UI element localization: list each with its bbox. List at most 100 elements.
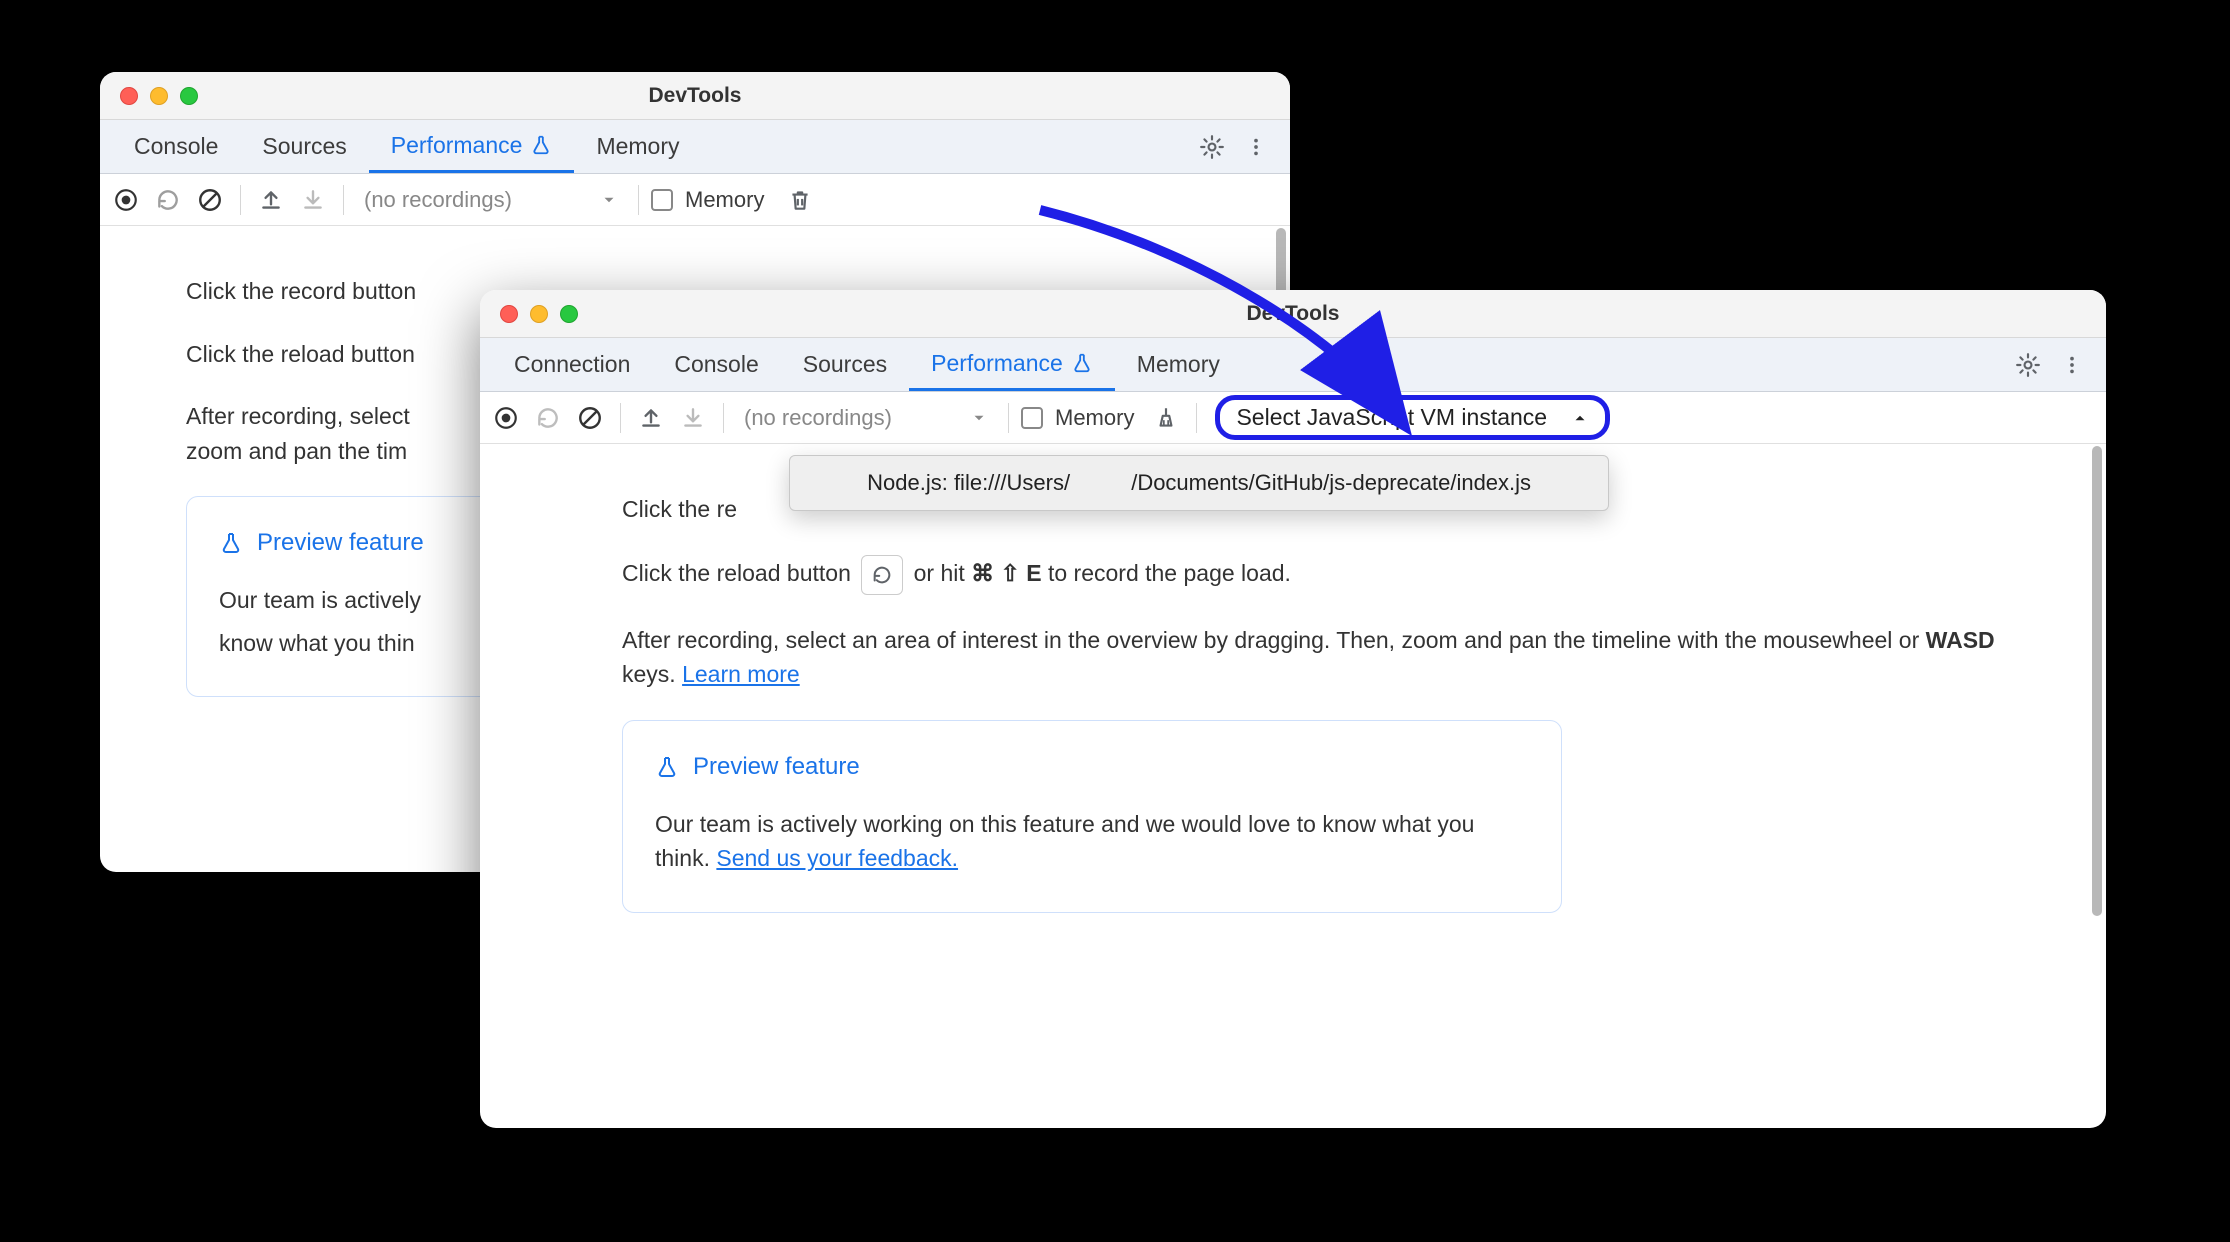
tab-label: Console — [674, 351, 758, 378]
window-title: DevTools — [100, 84, 1290, 108]
record-hint-prefix: Click the re — [622, 496, 737, 522]
recordings-select[interactable]: (no recordings) — [736, 405, 996, 431]
devtools-window-front: DevTools Connection Console Sources Perf… — [480, 290, 2106, 1128]
tabs: Console Sources Performance Memory — [100, 120, 1290, 174]
trash-icon — [787, 187, 813, 213]
record-icon — [113, 187, 139, 213]
reload-shortcut: ⌘ ⇧ E — [971, 560, 1041, 586]
recordings-select[interactable]: (no recordings) — [356, 187, 626, 213]
tab-label: Sources — [803, 351, 887, 378]
record-button[interactable] — [108, 182, 144, 218]
download-icon — [680, 405, 706, 431]
performance-empty-state: Click the re Click the reload button or … — [480, 444, 2106, 1128]
tab-sources[interactable]: Sources — [240, 120, 368, 173]
tabs: Connection Console Sources Performance M… — [480, 338, 2106, 392]
clear-button[interactable] — [572, 400, 608, 436]
after-recording-text: After recording, select an area of inter… — [622, 627, 1926, 653]
more-button[interactable] — [1238, 129, 1274, 165]
titlebar: DevTools — [480, 290, 2106, 338]
window-controls — [120, 87, 198, 105]
after-recording-line2: zoom and pan the tim — [186, 438, 407, 464]
memory-checkbox[interactable] — [1021, 407, 1043, 429]
close-button[interactable] — [120, 87, 138, 105]
reload-button[interactable] — [530, 400, 566, 436]
record-hint-prefix: Click the record button — [186, 278, 416, 304]
tab-performance[interactable]: Performance — [909, 338, 1115, 391]
titlebar: DevTools — [100, 72, 1290, 120]
tab-performance[interactable]: Performance — [369, 120, 575, 173]
delete-button[interactable] — [782, 182, 818, 218]
reload-icon — [535, 405, 561, 431]
separator — [620, 403, 621, 433]
tab-connection[interactable]: Connection — [492, 338, 652, 391]
memory-checkbox-label: Memory — [685, 187, 764, 213]
upload-button[interactable] — [633, 400, 669, 436]
feedback-link[interactable]: Send us your feedback. — [716, 845, 958, 871]
tab-label: Performance — [391, 132, 523, 159]
caret-up-icon — [1571, 409, 1589, 427]
gear-icon — [1199, 134, 1225, 160]
wasd-keys: WASD — [1926, 627, 1995, 653]
learn-more-link[interactable]: Learn more — [682, 661, 800, 687]
reload-icon — [155, 187, 181, 213]
separator — [343, 185, 344, 215]
download-button[interactable] — [675, 400, 711, 436]
vm-instance-select[interactable]: Select JavaScript VM instance Node.js: f… — [1215, 395, 1610, 440]
more-vert-icon — [1245, 136, 1267, 158]
upload-button[interactable] — [253, 182, 289, 218]
performance-toolbar: (no recordings) Memory — [100, 174, 1290, 226]
preview-feature-label: Preview feature — [693, 749, 860, 785]
memory-checkbox-label: Memory — [1055, 405, 1134, 431]
memory-checkbox[interactable] — [651, 189, 673, 211]
settings-button[interactable] — [2010, 347, 2046, 383]
inline-reload-button[interactable] — [861, 555, 903, 595]
reload-hint-prefix: Click the reload button — [186, 341, 415, 367]
clear-button[interactable] — [192, 182, 228, 218]
after-recording-line1: After recording, select — [186, 403, 410, 429]
upload-icon — [258, 187, 284, 213]
collect-garbage-button[interactable] — [1148, 400, 1184, 436]
download-button[interactable] — [295, 182, 331, 218]
broom-icon — [1153, 405, 1179, 431]
window-controls — [500, 305, 578, 323]
recordings-placeholder: (no recordings) — [364, 187, 512, 213]
reload-button[interactable] — [150, 182, 186, 218]
reload-hint-tail: to record the page load. — [1048, 560, 1291, 586]
vm-dropdown-item[interactable]: Node.js: file:///Users/ /Documents/GitHu… — [790, 456, 1608, 510]
tab-console[interactable]: Console — [112, 120, 240, 173]
close-button[interactable] — [500, 305, 518, 323]
download-icon — [300, 187, 326, 213]
tab-memory[interactable]: Memory — [1115, 338, 1242, 391]
minimize-button[interactable] — [530, 305, 548, 323]
flask-icon — [1071, 352, 1093, 374]
tab-label: Memory — [596, 133, 679, 160]
more-button[interactable] — [2054, 347, 2090, 383]
tab-label: Console — [134, 133, 218, 160]
record-icon — [493, 405, 519, 431]
tab-label: Connection — [514, 351, 630, 378]
separator — [723, 403, 724, 433]
window-title: DevTools — [480, 302, 2106, 326]
tab-console[interactable]: Console — [652, 338, 780, 391]
settings-button[interactable] — [1194, 129, 1230, 165]
upload-icon — [638, 405, 664, 431]
maximize-button[interactable] — [180, 87, 198, 105]
tab-memory[interactable]: Memory — [574, 120, 701, 173]
recordings-placeholder: (no recordings) — [744, 405, 892, 431]
tab-sources[interactable]: Sources — [781, 338, 909, 391]
separator — [1008, 403, 1009, 433]
performance-toolbar: (no recordings) Memory Select JavaScript… — [480, 392, 2106, 444]
clear-icon — [577, 405, 603, 431]
tab-label: Memory — [1137, 351, 1220, 378]
minimize-button[interactable] — [150, 87, 168, 105]
separator — [1196, 403, 1197, 433]
caret-down-icon — [600, 191, 618, 209]
maximize-button[interactable] — [560, 305, 578, 323]
scrollbar[interactable] — [2090, 446, 2104, 1126]
after-recording-tail: keys. — [622, 661, 682, 687]
vm-dropdown-menu: Node.js: file:///Users/ /Documents/GitHu… — [789, 455, 1609, 511]
caret-down-icon — [970, 409, 988, 427]
scrollbar-thumb[interactable] — [2092, 446, 2102, 916]
flask-icon — [219, 531, 243, 555]
record-button[interactable] — [488, 400, 524, 436]
